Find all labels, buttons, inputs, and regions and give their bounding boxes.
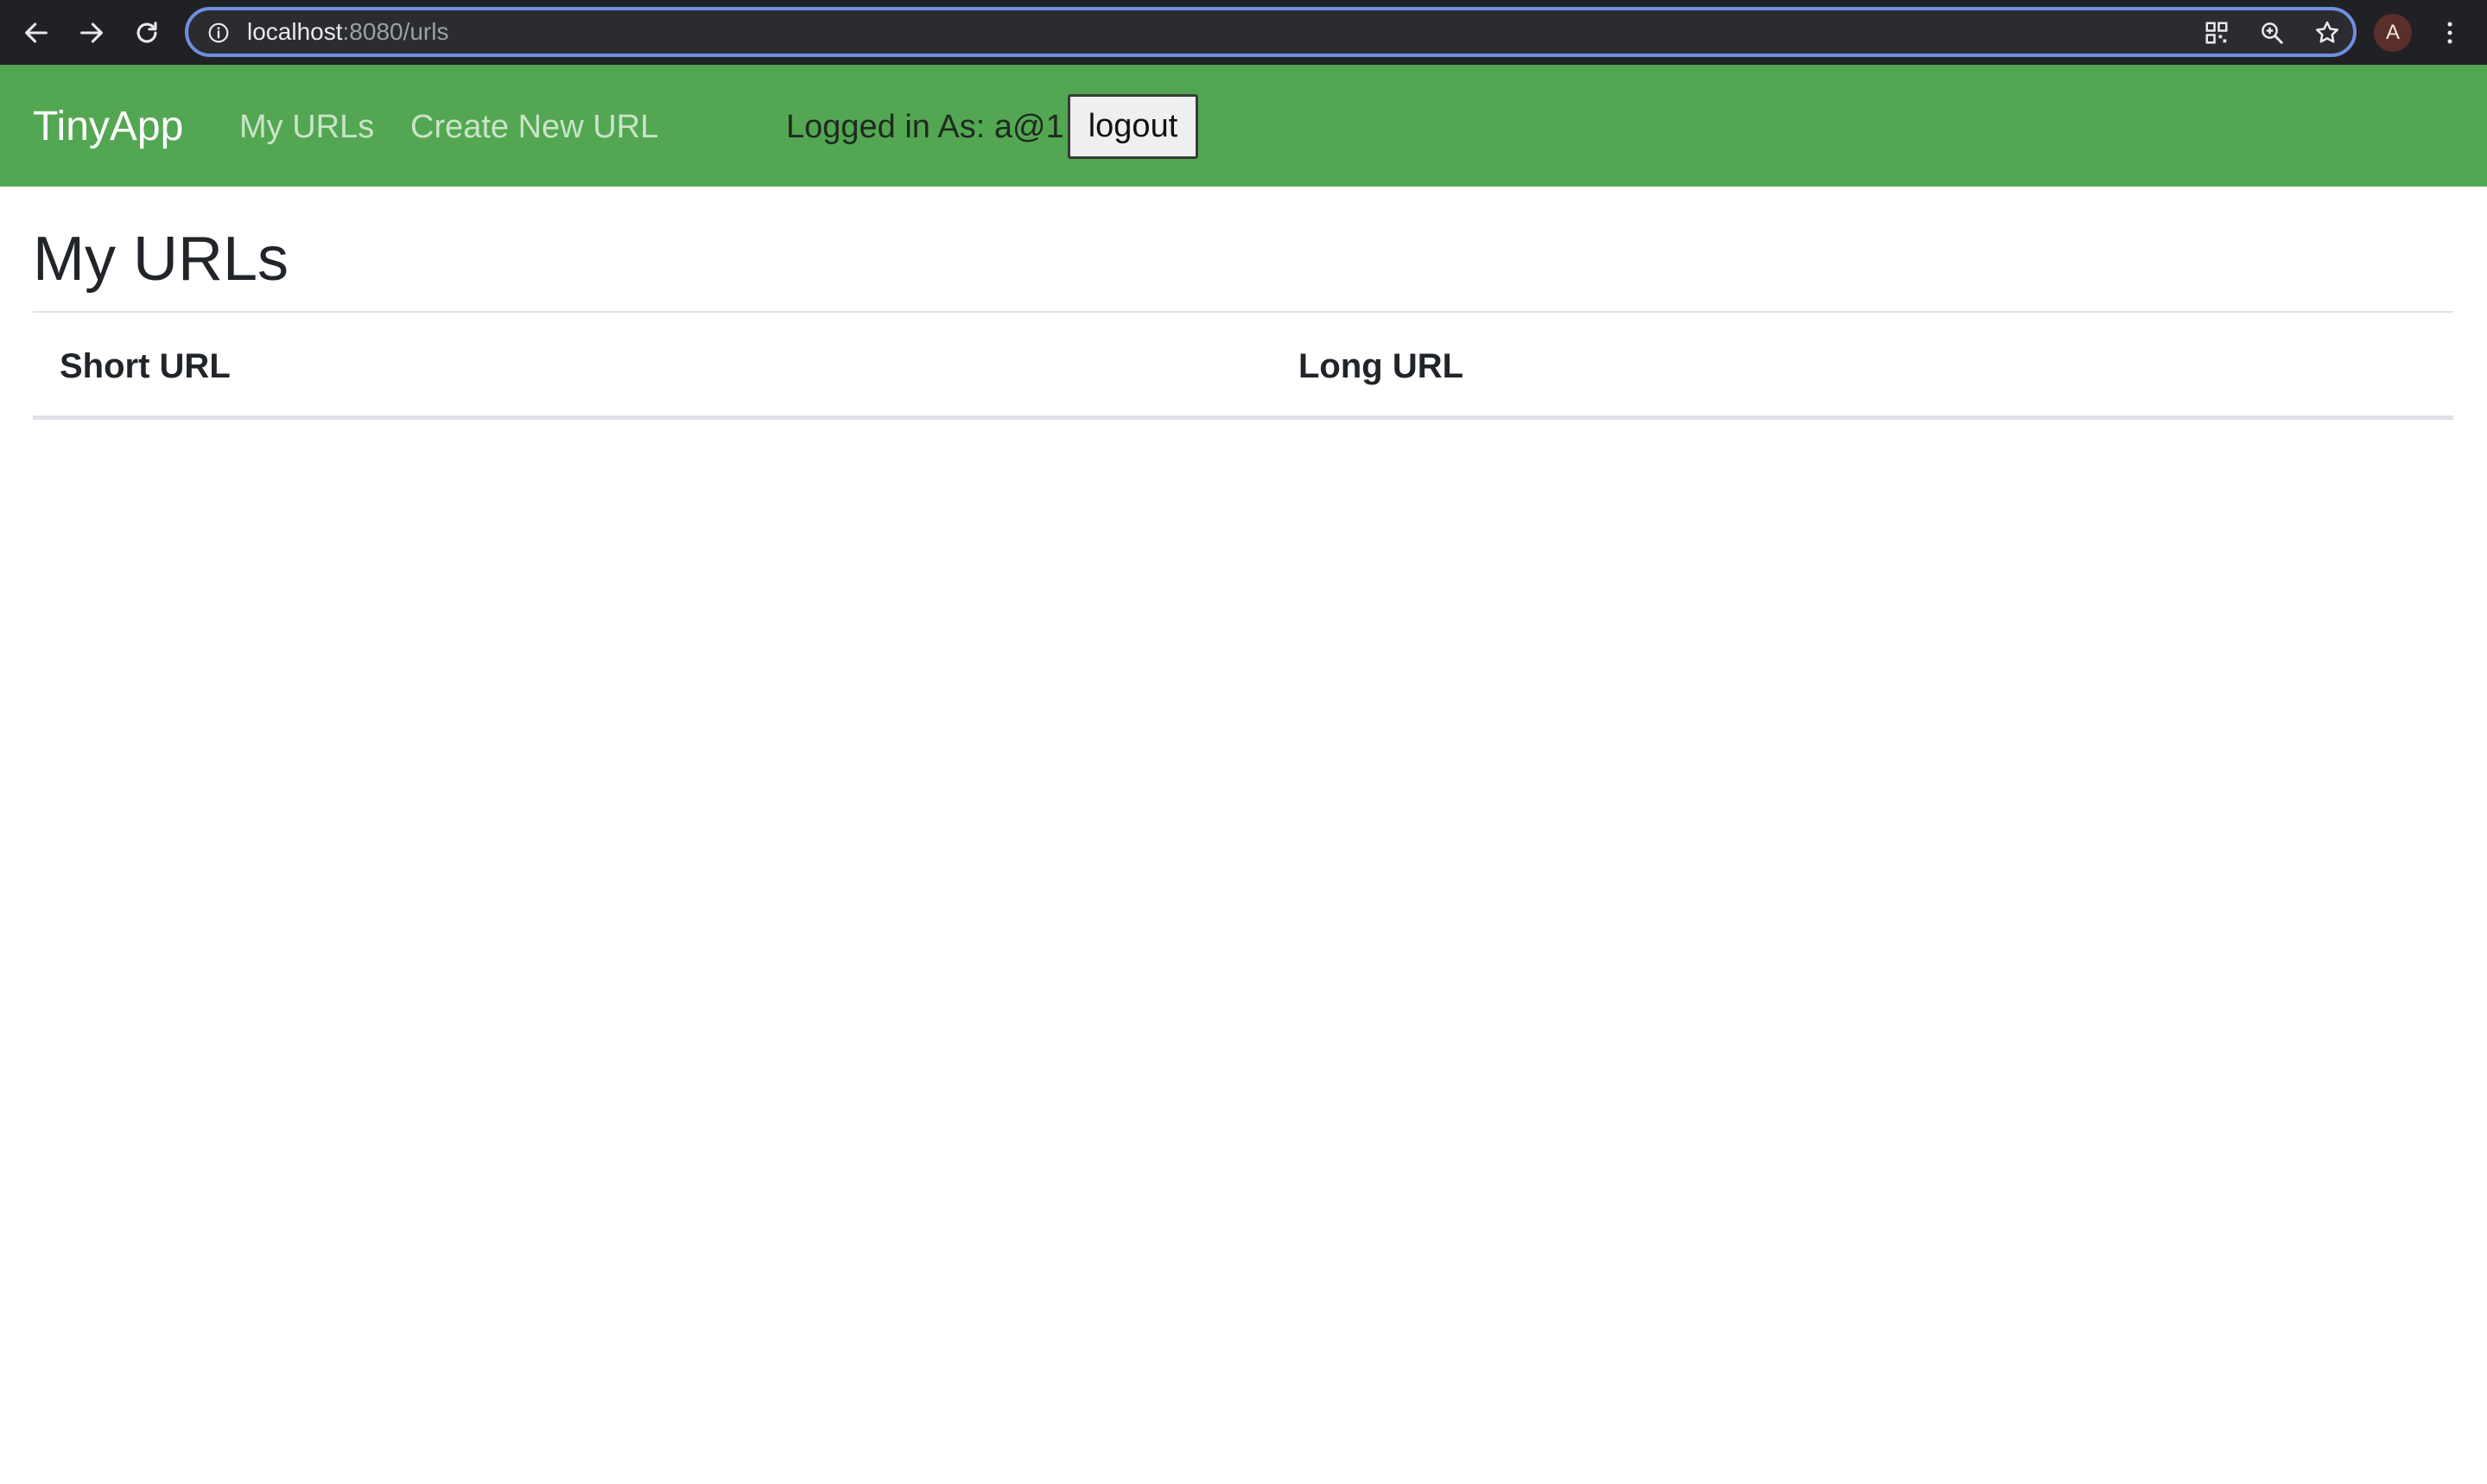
table-header-row: Short URL Long URL bbox=[33, 313, 2453, 420]
column-header-long-url: Long URL bbox=[1298, 347, 1464, 385]
column-header-short-url: Short URL bbox=[60, 347, 231, 385]
url-host: localhost bbox=[247, 18, 343, 45]
brand-link[interactable]: TinyApp bbox=[33, 103, 183, 151]
logged-in-status: Logged in As: a@1 bbox=[786, 109, 1064, 145]
browser-toolbar: localhost:8080/urls A bbox=[0, 0, 2487, 65]
forward-arrow-icon[interactable] bbox=[67, 9, 116, 57]
nav-link-my-urls[interactable]: My URLs bbox=[239, 106, 374, 148]
url-text[interactable]: localhost:8080/urls bbox=[247, 16, 448, 48]
nav-link-create-new-url[interactable]: Create New URL bbox=[410, 106, 658, 148]
reload-icon[interactable] bbox=[123, 9, 171, 57]
page-title: My URLs bbox=[33, 225, 289, 294]
url-path: :8080/urls bbox=[342, 18, 449, 45]
logout-button[interactable]: logout bbox=[1068, 94, 1198, 159]
site-info-icon[interactable] bbox=[207, 22, 230, 44]
bookmark-star-icon[interactable] bbox=[2308, 16, 2346, 50]
back-arrow-icon[interactable] bbox=[12, 9, 60, 57]
urls-table: Short URL Long URL bbox=[33, 311, 2453, 420]
zoom-icon[interactable] bbox=[2253, 16, 2291, 50]
profile-avatar[interactable]: A bbox=[2374, 14, 2412, 52]
menu-dots-icon[interactable] bbox=[2426, 9, 2474, 57]
address-bar[interactable]: localhost:8080/urls bbox=[185, 7, 2357, 57]
app-navbar: TinyApp My URLs Create New URL Logged in… bbox=[0, 65, 2487, 187]
qr-code-icon[interactable] bbox=[2198, 16, 2236, 50]
